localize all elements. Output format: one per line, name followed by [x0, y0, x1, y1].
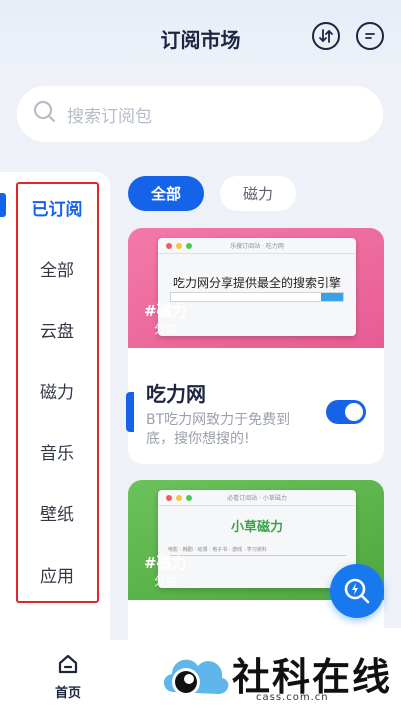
card-tag-label: 分类 [154, 322, 179, 336]
preview-screenshot: 乐搜订阅站 · 吃力网 吃力网分享提供最全的搜索引擎 [158, 238, 356, 336]
header-bar: 订阅市场 [0, 0, 401, 80]
card-title: 吃力网 [146, 382, 206, 406]
preview-headline: 吃力网分享提供最全的搜索引擎 [172, 276, 341, 290]
tab-home[interactable]: 首页 [40, 652, 96, 701]
quick-search-icon [344, 578, 370, 604]
preview-search-hint: 电影 · 韩剧 · 动漫 · 电子书 · 游戏 · 学习资料 [168, 542, 346, 556]
search-bar[interactable]: 搜索订阅包 [17, 86, 383, 142]
search-icon [33, 100, 57, 128]
page-title: 订阅市场 [160, 28, 241, 52]
card-tag: #磁力 [144, 302, 187, 320]
search-placeholder: 搜索订阅包 [67, 106, 152, 127]
highlight-box [16, 182, 99, 603]
filter-chip-all[interactable]: 全部 [128, 176, 204, 211]
subscribe-toggle[interactable] [326, 400, 366, 424]
preview-screenshot: 必看订阅站 · 小草磁力 小草磁力 电影 · 韩剧 · 动漫 · 电子书 · 游… [158, 490, 356, 588]
message-icon[interactable] [356, 22, 384, 50]
preview-url: 必看订阅站 · 小草磁力 [227, 495, 287, 502]
card-indicator [126, 392, 134, 432]
filter-chip-magnet[interactable]: 磁力 [220, 176, 296, 211]
sort-icon[interactable] [312, 22, 340, 50]
subscription-card[interactable]: 乐搜订阅站 · 吃力网 吃力网分享提供最全的搜索引擎 #磁力 分类 吃力网 BT… [128, 228, 384, 464]
preview-search-bar [170, 292, 344, 302]
card-banner: 乐搜订阅站 · 吃力网 吃力网分享提供最全的搜索引擎 #磁力 分类 [128, 228, 384, 348]
home-icon [58, 654, 78, 674]
active-indicator [0, 193, 6, 217]
preview-url: 乐搜订阅站 · 吃力网 [230, 243, 284, 250]
watermark-url: cass.com.cn [256, 692, 329, 703]
preview-headline: 小草磁力 [230, 520, 283, 535]
card-tag-label: 分类 [154, 574, 179, 588]
tab-home-label: 首页 [54, 686, 81, 701]
quick-search-button[interactable] [330, 564, 384, 618]
card-description: BT吃力网致力于免费到底，搜你想搜的! [146, 412, 291, 447]
card-tag: #磁力 [144, 554, 187, 572]
cloud-logo-icon [163, 659, 229, 696]
